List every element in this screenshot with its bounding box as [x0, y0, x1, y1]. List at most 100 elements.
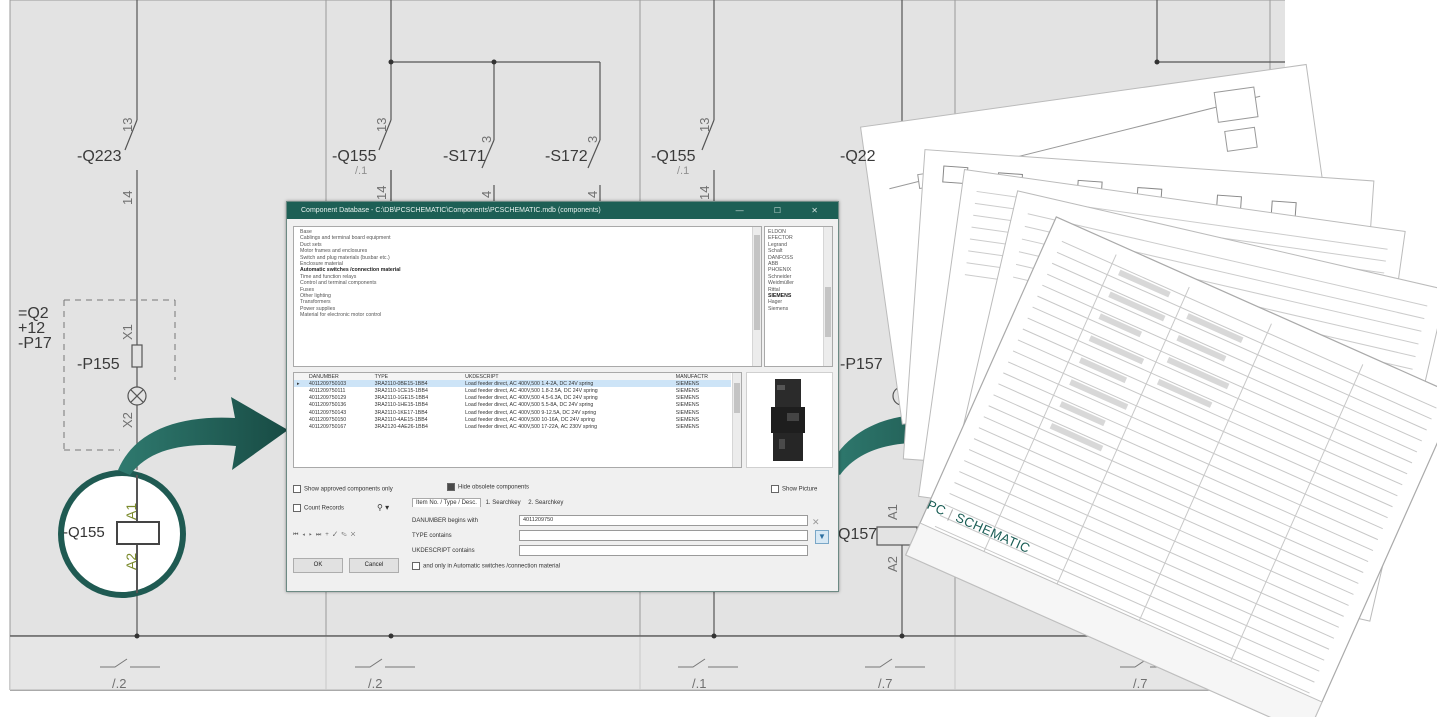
table-cell[interactable]: 3RA2110-1GE15-1BB4	[372, 395, 463, 402]
tab-searchkey-2[interactable]: 2. Searchkey	[525, 499, 566, 507]
tab-searchkey-1[interactable]: 1. Searchkey	[483, 499, 524, 507]
record-navigator[interactable]: ⏮◂▸⏭+✓✎✕	[293, 532, 359, 539]
checkbox-box[interactable]	[293, 504, 301, 512]
table-cell[interactable]: 4011209750150	[306, 416, 372, 423]
nav-button[interactable]: ✕	[351, 532, 360, 538]
switch-label-s171: -S171	[443, 148, 486, 165]
table-cell[interactable]: 4011209750136	[306, 402, 372, 409]
checkbox-box-checked[interactable]	[447, 483, 455, 491]
tree-scrollbar[interactable]	[752, 227, 761, 366]
search-tabs: Item No. / Type / Desc. 1. Searchkey 2. …	[412, 498, 566, 507]
count-records-checkbox[interactable]: Count Records	[293, 504, 344, 512]
manufacturer-item[interactable]: Siemens	[768, 306, 829, 312]
column-header[interactable]: TYPE	[371, 373, 463, 381]
checkbox-label: Show Picture	[782, 486, 818, 493]
table-cell[interactable]: 3RA2110-0BE15-1BB4	[371, 380, 463, 388]
cross-ref: /.1	[355, 165, 368, 177]
table-cell[interactable]: SIEMENS	[673, 402, 731, 409]
field-label: UKDESCRIPT contains	[412, 548, 475, 554]
table-cell[interactable]: Load feeder direct, AC 400V,500 4.5-6.3A…	[462, 395, 673, 402]
hide-obsolete-checkbox[interactable]: Hide obsolete components	[447, 483, 529, 491]
table-cell[interactable]: 4011209750167	[306, 423, 372, 430]
clear-search-icon[interactable]: ✕	[812, 517, 820, 528]
breaker-label-q155: -Q155	[332, 148, 377, 165]
table-cell[interactable]: Load feeder direct, AC 400V,500 9-12.5A,…	[462, 409, 673, 416]
table-cell[interactable]: Load feeder direct, AC 400V,500 1.8-2.5A…	[462, 387, 673, 394]
table-cell[interactable]: 3RA2110-1HE15-1BB4	[372, 402, 463, 409]
nav-button[interactable]: ⏮	[293, 532, 302, 538]
ok-button[interactable]: OK	[293, 558, 343, 573]
nav-button[interactable]: ✎	[341, 532, 350, 538]
column-header[interactable]: DANUMBER	[306, 373, 372, 381]
manufacturer-scrollbar[interactable]	[823, 227, 832, 366]
table-row[interactable]: 4011209750143 3RA2110-1KE17-1BB4 Load feed…	[294, 409, 731, 416]
table-cell[interactable]: 3RA2110-1KE17-1BB4	[372, 409, 463, 416]
column-header[interactable]: MANUFACTR	[672, 373, 731, 381]
table-cell[interactable]: Load feeder direct, AC 400V,500 1.4-2A, …	[462, 380, 673, 388]
danumber-input[interactable]: 4011209750	[519, 515, 808, 526]
nav-button[interactable]: ⏭	[316, 532, 325, 538]
checkbox-box[interactable]	[771, 485, 779, 493]
table-scrollbar[interactable]	[732, 373, 741, 467]
table-cell[interactable]: SIEMENS	[672, 380, 731, 388]
cancel-button[interactable]: Cancel	[349, 558, 399, 573]
coil-label-q157: Q157	[838, 526, 878, 543]
coil-terminal-a1: A1	[885, 504, 900, 520]
table-cell[interactable]: 3RA2120-4AE26-1BB4	[372, 423, 463, 430]
table-cell[interactable]: 3RA2110-4AE15-1BB4	[372, 416, 463, 423]
search-only-checkbox[interactable]: and only in Automatic switches /connecti…	[412, 562, 560, 570]
cross-ref: /.1	[677, 165, 690, 177]
coil-zoom-symbol	[116, 521, 160, 545]
contact-number-bottom: 14	[120, 190, 135, 205]
search-button[interactable]: ▼	[815, 530, 829, 544]
bottom-ref: /.2	[368, 676, 383, 691]
table-cell[interactable]: Load feeder direct, AC 400V,500 17-22A, …	[462, 423, 673, 430]
table-row[interactable]: 4011209750136 3RA2110-1HE15-1BB4 Load feed…	[294, 402, 731, 409]
table-cell[interactable]: SIEMENS	[673, 423, 731, 430]
row-indicator	[294, 387, 306, 394]
show-picture-checkbox[interactable]: Show Picture	[771, 485, 817, 493]
nav-button[interactable]: +	[325, 532, 333, 538]
bottom-ref: /.2	[112, 676, 127, 691]
contact-number-bottom: 14	[697, 185, 712, 200]
table-cell[interactable]: SIEMENS	[673, 395, 731, 402]
manufacturer-list[interactable]: ELDON EFECTOR Legrand Schalt DANFOSS ABB PHOEN…	[764, 226, 833, 367]
breaker-label-q155: -Q155	[651, 148, 696, 165]
location-designation: =Q2 +12 -P17	[18, 305, 52, 352]
nav-button[interactable]: ▸	[309, 532, 316, 538]
table-row[interactable]: 4011209750167 3RA2120-4AE26-1BB4 Load feed…	[294, 423, 731, 430]
show-approved-checkbox[interactable]: Show approved components only	[293, 485, 393, 493]
table-cell[interactable]: SIEMENS	[673, 387, 731, 394]
field-label: DANUMBER begins with	[412, 518, 479, 524]
column-header[interactable]: UKDESCRIPT	[462, 373, 673, 381]
table-row[interactable]: ▸ 4011209750103 3RA2110-0BE15-1BB4 Load fee…	[294, 380, 731, 388]
table-cell[interactable]: Load feeder direct, AC 400V,500 10-16A, …	[462, 416, 673, 423]
table-row[interactable]: 4011209750129 3RA2110-1GE15-1BB4 Load feed…	[294, 395, 731, 402]
filter-icon[interactable]: ⚲ ▾	[377, 503, 389, 512]
table-cell[interactable]: 4011209750103	[306, 380, 372, 388]
window-controls[interactable]: — ☐ ✕	[736, 202, 832, 219]
tree-item[interactable]: Material for electronic motor control	[300, 312, 755, 318]
table-row[interactable]: 4011209750111 3RA2110-1CE15-1BB4 Load feed…	[294, 387, 731, 394]
table-cell[interactable]: Load feeder direct, AC 400V,500 5.5-8A, …	[462, 402, 673, 409]
ukdescript-input[interactable]	[519, 545, 808, 556]
table-cell[interactable]: SIEMENS	[673, 416, 731, 423]
checkbox-box[interactable]	[293, 485, 301, 493]
type-input[interactable]	[519, 530, 808, 541]
coil-terminal-a1: A1	[123, 502, 139, 520]
table-cell[interactable]: 3RA2110-1CE15-1BB4	[372, 387, 463, 394]
location-line: =Q2	[18, 305, 49, 322]
contact-number-top: 13	[120, 117, 135, 132]
table-cell[interactable]: 4011209750143	[306, 409, 372, 416]
tab-item-type-desc[interactable]: Item No. / Type / Desc.	[412, 498, 481, 507]
product-picture	[746, 372, 833, 468]
table-row[interactable]: 4011209750150 3RA2110-4AE15-1BB4 Load feed…	[294, 416, 731, 423]
checkbox-box[interactable]	[412, 562, 420, 570]
table-cell[interactable]: 4011209750129	[306, 395, 372, 402]
category-tree[interactable]: Base Cablings and terminal board equipmen…	[293, 226, 762, 367]
table-cell[interactable]: 4011209750111	[306, 387, 372, 394]
checkbox-label: and only in Automatic switches /connecti…	[423, 563, 561, 570]
results-table[interactable]: DANUMBER TYPE UKDESCRIPT MANUFACTR ▸ 4011…	[293, 372, 742, 468]
table-cell[interactable]: SIEMENS	[673, 409, 731, 416]
contact-number-top: 3	[479, 135, 494, 143]
